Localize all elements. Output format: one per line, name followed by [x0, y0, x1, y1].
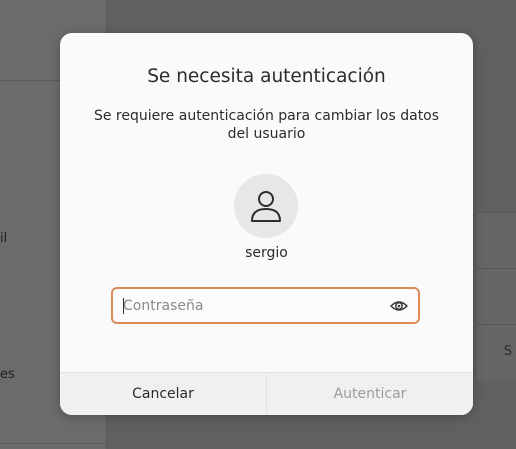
authenticate-button[interactable]: Autenticar: [267, 373, 473, 415]
cancel-button[interactable]: Cancelar: [60, 373, 267, 415]
background-separator: [0, 443, 106, 444]
dialog-title: Se necesita autenticación: [147, 66, 386, 87]
dialog-button-row: Cancelar Autenticar: [60, 372, 473, 415]
text-cursor: [123, 298, 124, 314]
person-icon: [251, 191, 281, 222]
background-text-fragment: S: [503, 344, 512, 359]
username-label: sergio: [245, 245, 288, 261]
eye-icon[interactable]: [390, 297, 408, 315]
user-avatar-icon: [234, 174, 298, 238]
authentication-dialog: Se necesita autenticación Se requiere au…: [60, 33, 473, 415]
background-text-fragment: es: [0, 367, 15, 382]
background-row: [477, 268, 516, 325]
background-text-fragment: il: [0, 231, 8, 246]
password-field[interactable]: [111, 287, 420, 324]
dialog-message: Se requiere autenticación para cambiar l…: [93, 108, 440, 142]
password-input[interactable]: [123, 289, 383, 322]
background-row: [477, 212, 516, 269]
